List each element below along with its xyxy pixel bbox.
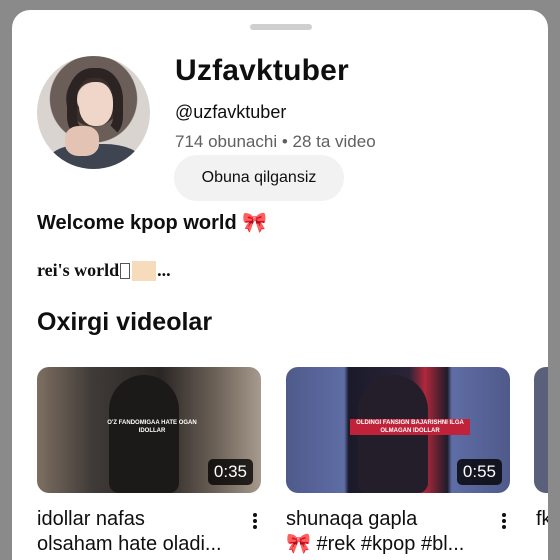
- channel-name: Uzfavktuber: [175, 54, 349, 87]
- thumbnail-overlay-text: O'Z FANDOMIGAA HATE OGAN IDOLLAR: [107, 420, 197, 434]
- video-title[interactable]: idollar nafas olsaham hate oladi...: [37, 507, 233, 557]
- drag-handle[interactable]: [250, 24, 312, 30]
- avatar-face: [79, 82, 113, 126]
- video-title-line2: olsaham hate oladi...: [37, 533, 222, 555]
- description-ellipsis: ...: [157, 260, 171, 280]
- channel-bottom-sheet: Uzfavktuber @uzfavktuber 714 obunachi • …: [12, 10, 548, 560]
- video-title[interactable]: fk: [536, 507, 548, 532]
- more-vert-icon[interactable]: [496, 509, 512, 533]
- description-line1: Welcome kpop world: [37, 212, 243, 234]
- video-thumbnail[interactable]: O'Z FANDOMIGAA HATE OGAN IDOLLAR 0:35: [37, 367, 261, 493]
- video-thumbnail[interactable]: [534, 367, 548, 493]
- ribbon-emoji: 🎀: [286, 533, 311, 555]
- color-swatch-icon: [132, 260, 157, 281]
- ribbon-emoji: 🎀: [242, 212, 268, 234]
- video-title-line1: fk: [536, 508, 548, 530]
- duration-badge: 0:35: [207, 459, 253, 485]
- video-title-line2: 🎀 #rek #kpop #bl...: [286, 533, 465, 555]
- channel-description-line2[interactable]: rei's world ...: [37, 260, 171, 281]
- thumbnail-overlay-text: OLDINGI FANSIGN BAJARISHNI ILGA OLMAGAN …: [350, 419, 470, 435]
- section-title: Oxirgi videolar: [37, 308, 213, 336]
- video-title-line1: idollar nafas: [37, 508, 145, 530]
- channel-description[interactable]: Welcome kpop world 🎀: [37, 210, 267, 235]
- video-title-line1: shunaqa gapla: [286, 508, 418, 530]
- duration-badge: 0:55: [456, 459, 502, 485]
- channel-handle: @uzfavktuber: [175, 102, 287, 122]
- video-title[interactable]: shunaqa gapla 🎀 #rek #kpop #bl...: [286, 507, 482, 557]
- missing-glyph-icon: [120, 262, 131, 279]
- description-line2-prefix: rei's world: [37, 260, 120, 280]
- video-thumbnail[interactable]: OLDINGI FANSIGN BAJARISHNI ILGA OLMAGAN …: [286, 367, 510, 493]
- channel-stats: 714 obunachi • 28 ta video: [175, 132, 376, 151]
- subscribed-button[interactable]: Obuna qilgansiz: [174, 155, 344, 201]
- avatar[interactable]: [37, 56, 150, 169]
- more-vert-icon[interactable]: [247, 509, 263, 533]
- avatar-hand: [65, 126, 99, 156]
